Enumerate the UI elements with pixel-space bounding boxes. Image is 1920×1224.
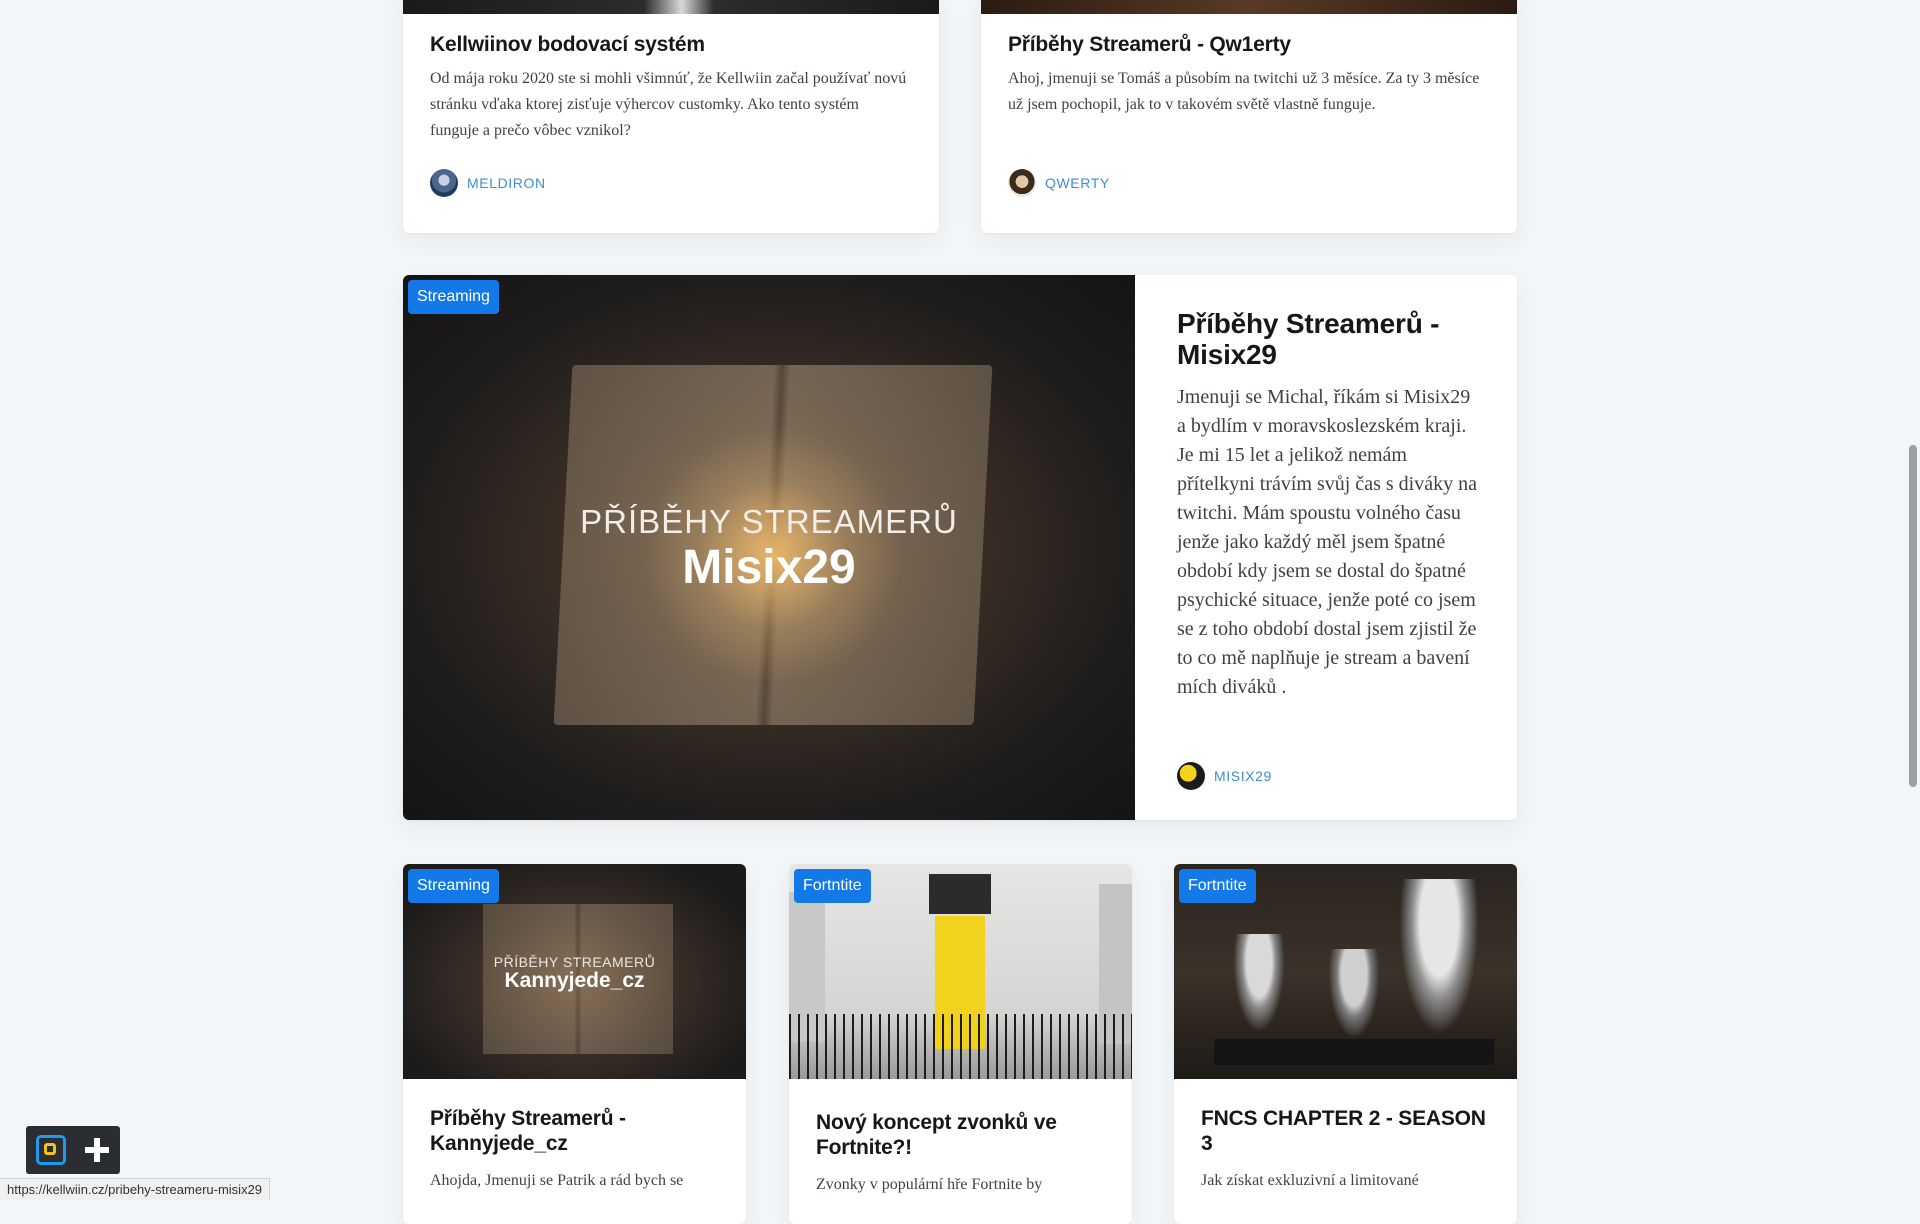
post-card-kellwiinov[interactable]: Kellwiinov bodovací systém Od mája roku …: [403, 0, 939, 233]
post-card-qw1erty[interactable]: Příběhy Streamerů - Qw1erty Ahoj, jmenuj…: [981, 0, 1517, 233]
door-frame: [929, 874, 991, 914]
post-title[interactable]: Příběhy Streamerů - Qw1erty: [1008, 33, 1291, 57]
post-card-zvonky[interactable]: Fortntite Nový koncept zvonků ve Fortnit…: [789, 864, 1132, 1224]
author-name[interactable]: MELDIRON: [467, 175, 546, 191]
post-author[interactable]: QWERTY: [1008, 169, 1110, 197]
image-caption-line2: Kannyjede_cz: [504, 969, 645, 992]
post-image[interactable]: [403, 0, 939, 14]
author-avatar: [1008, 169, 1036, 197]
post-excerpt: Ahoj, jmenuji se Tomáš a působím na twit…: [1008, 70, 1480, 113]
trophy-2: [1324, 949, 1384, 1049]
post-title[interactable]: Příběhy Streamerů - Kannyjede_cz: [430, 1106, 720, 1156]
post-title[interactable]: Kellwiinov bodovací systém: [430, 33, 705, 57]
image-caption-line1: PŘÍBĚHY STREAMERŮ: [580, 503, 958, 540]
author-avatar: [430, 169, 458, 197]
author-avatar: [1177, 762, 1205, 790]
post-tag[interactable]: Streaming: [408, 280, 499, 314]
post-tag[interactable]: Fortntite: [1179, 869, 1256, 903]
post-author[interactable]: MISIX29: [1177, 762, 1272, 790]
iron-railing: [789, 1014, 1132, 1079]
post-card-kannyjede[interactable]: PŘÍBĚHY STREAMERŮ Kannyjede_cz Streaming…: [403, 864, 746, 1224]
post-card-fncs[interactable]: Fortntite FNCS CHAPTER 2 - SEASON 3 Jak …: [1174, 864, 1517, 1224]
scrollbar-thumb[interactable]: [1909, 445, 1917, 787]
trophy-bases: [1214, 1039, 1494, 1065]
post-author[interactable]: MELDIRON: [430, 169, 546, 197]
post-title[interactable]: Příběhy Streamerů - Misix29: [1177, 308, 1477, 370]
trophy-3: [1394, 879, 1484, 1049]
featured-post-image[interactable]: PŘÍBĚHY STREAMERŮ Misix29: [403, 275, 1135, 820]
image-caption-line1: PŘÍBĚHY STREAMERŮ: [493, 954, 656, 970]
app-logo-icon[interactable]: [36, 1135, 66, 1165]
post-tag[interactable]: Fortntite: [794, 869, 871, 903]
post-excerpt: Ahojda, Jmenuji se Patrik a rád bych se: [430, 1172, 684, 1189]
author-name[interactable]: QWERTY: [1045, 175, 1110, 191]
post-excerpt: Zvonky v populární hře Fortnite by: [816, 1176, 1043, 1193]
post-title[interactable]: FNCS CHAPTER 2 - SEASON 3: [1201, 1106, 1501, 1156]
status-bar-url: https://kellwiin.cz/pribehy-streameru-mi…: [0, 1178, 271, 1200]
floating-widget[interactable]: [26, 1126, 120, 1174]
post-excerpt: Jak získat exkluzivní a limitované: [1201, 1172, 1419, 1189]
plus-icon[interactable]: [84, 1137, 110, 1163]
app-logo-inner: [44, 1143, 56, 1155]
featured-post-card[interactable]: PŘÍBĚHY STREAMERŮ Misix29 Streaming Příb…: [403, 275, 1517, 820]
post-title[interactable]: Nový koncept zvonků ve Fortnite?!: [816, 1110, 1106, 1160]
post-excerpt: Jmenuji se Michal, říkám si Misix29 a by…: [1177, 386, 1477, 698]
trophy-1: [1229, 934, 1289, 1044]
post-image[interactable]: [981, 0, 1517, 14]
image-caption-line2: Misix29: [682, 541, 856, 594]
author-name[interactable]: MISIX29: [1214, 768, 1272, 784]
post-tag[interactable]: Streaming: [408, 869, 499, 903]
post-excerpt: Od mája roku 2020 ste si mohli všimnúť, …: [430, 70, 907, 139]
